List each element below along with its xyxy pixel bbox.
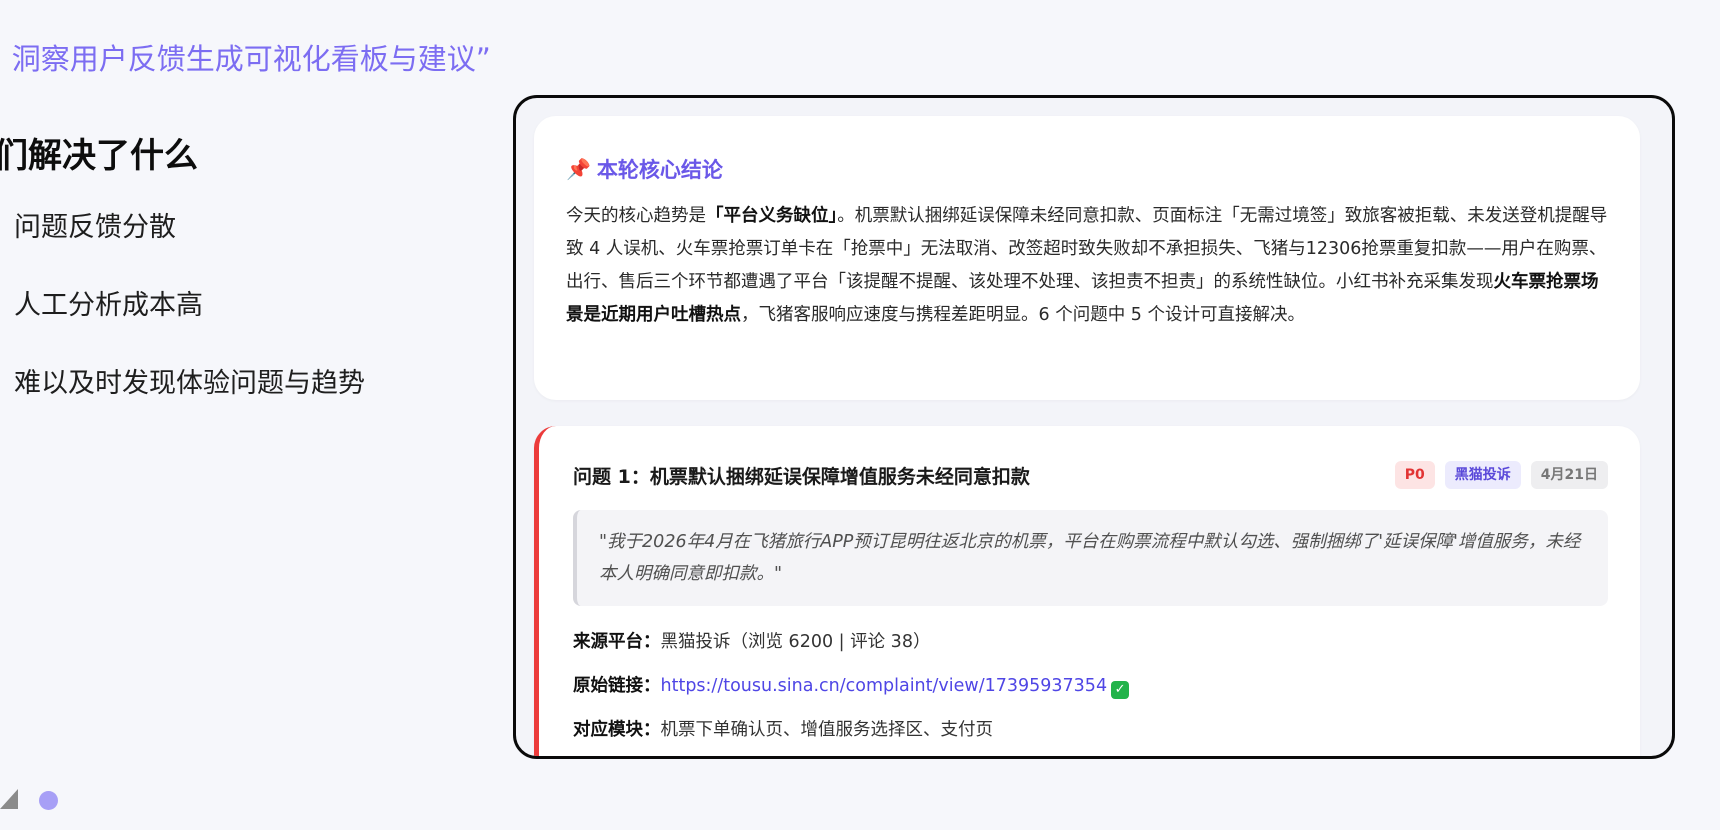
summary-text: ，飞猪客服响应速度与携程差距明显。6 个问题中 5 个设计可直接解决。 xyxy=(741,305,1305,325)
source-value: 黑猫投诉（浏览 6200 | 评论 38） xyxy=(660,632,931,652)
issue-header: 问题 1：机票默认捆绑延误保障增值服务未经同意扣款 P0 黑猫投诉 4月21日 xyxy=(573,460,1608,490)
module-value: 机票下单确认页、增值服务选择区、支付页 xyxy=(660,720,994,740)
prev-arrow-icon[interactable] xyxy=(0,789,18,809)
summary-title: 本轮核心结论 xyxy=(596,158,723,182)
feedback-panel-frame[interactable]: 📌 本轮核心结论 今天的核心趋势是「平台义务缺位」。机票默认捆绑延误保障未经同意… xyxy=(513,95,1675,759)
pain-point-item: 人工分析成本高 xyxy=(14,290,203,321)
module-label: 对应模块： xyxy=(573,720,661,740)
link-label: 原始链接： xyxy=(573,676,661,696)
summary-card: 📌 本轮核心结论 今天的核心趋势是「平台义务缺位」。机票默认捆绑延误保障未经同意… xyxy=(534,116,1640,400)
section-heading: 们解决了什么 xyxy=(0,136,198,176)
source-label: 来源平台： xyxy=(573,632,661,652)
source-row: 来源平台：黑猫投诉（浏览 6200 | 评论 38） xyxy=(573,620,1608,664)
pain-point-list: 问题反馈分散 人工分析成本高 难以及时发现体验问题与趋势 xyxy=(14,210,365,444)
module-row: 对应模块：机票下单确认页、增值服务选择区、支付页 xyxy=(573,708,1608,752)
issue-meta: 来源平台：黑猫投诉（浏览 6200 | 评论 38） 原始链接：https://… xyxy=(573,620,1608,752)
summary-text: 今天的核心趋势是 xyxy=(566,206,706,226)
slide-title: I 洞察用户反馈生成可视化看板与建议” xyxy=(0,42,491,76)
check-mark-icon: ✓ xyxy=(1111,681,1130,699)
summary-header: 📌 本轮核心结论 xyxy=(566,154,1608,184)
platform-badge: 黑猫投诉 xyxy=(1444,461,1521,489)
date-badge: 4月21日 xyxy=(1530,461,1608,489)
pushpin-icon: 📌 xyxy=(566,157,591,181)
slide-nav xyxy=(0,789,80,811)
pain-point-item: 难以及时发现体验问题与趋势 xyxy=(14,368,365,399)
issue-badges: P0 黑猫投诉 4月21日 xyxy=(1394,461,1608,489)
summary-body: 今天的核心趋势是「平台义务缺位」。机票默认捆绑延误保障未经同意扣款、页面标注「无… xyxy=(566,200,1608,332)
issue-title: 问题 1：机票默认捆绑延误保障增值服务未经同意扣款 xyxy=(573,465,1030,488)
issue-card: 问题 1：机票默认捆绑延误保障增值服务未经同意扣款 P0 黑猫投诉 4月21日 … xyxy=(534,426,1640,756)
page-dot-icon[interactable] xyxy=(39,791,58,810)
pain-point-item: 问题反馈分散 xyxy=(14,212,176,243)
user-quote: "我于2026年4月在飞猪旅行APP预订昆明往返北京的机票，平台在购票流程中默认… xyxy=(573,510,1608,606)
link-row: 原始链接：https://tousu.sina.cn/complaint/vie… xyxy=(573,664,1608,708)
original-link[interactable]: https://tousu.sina.cn/complaint/view/173… xyxy=(661,676,1108,696)
priority-badge: P0 xyxy=(1394,461,1435,489)
summary-highlight: 「平台义务缺位」 xyxy=(706,206,838,226)
